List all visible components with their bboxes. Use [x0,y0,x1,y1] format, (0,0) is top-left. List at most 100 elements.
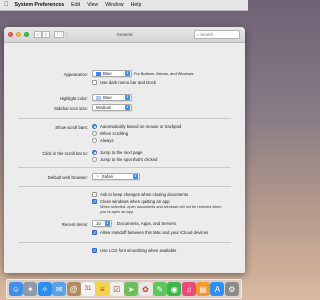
books-icon[interactable]: ▤ [196,282,211,296]
chevron-updown-icon: ⇕ [133,173,138,180]
sidebar-size-value: Medium [96,105,112,110]
jump-page-radio[interactable] [92,150,97,155]
menu-edit[interactable]: Edit [71,2,80,8]
divider [18,186,231,187]
appearance-popup-value-wrap: Blue [96,71,112,76]
highlight-popup[interactable]: Blue ⇕ [92,94,132,101]
close-windows-checkbox[interactable]: ✓ [92,199,97,204]
scroll-when-radio[interactable] [92,131,97,136]
highlight-label: Highlight color: [59,96,88,101]
messages-icon[interactable]: ✎ [152,282,167,296]
contacts-icon[interactable]: @ [66,282,81,296]
jump-page-row[interactable]: Jump to the next page [92,150,143,155]
reminders-icon[interactable]: ☑ [109,282,124,296]
jump-spot-label: Jump to the spot that's clicked [100,157,158,162]
scroll-bars-label: Show scroll bars: [55,125,88,130]
menu-bar:  System Preferences Edit View Window He… [0,0,248,11]
divider [18,167,231,168]
dark-menu-checkbox[interactable] [92,80,97,85]
preferences-content: Appearance: Blue ⇕ For Buttons, Menus, a… [4,43,245,273]
browser-popup-value-wrap: ✧ Safari [96,174,113,180]
photos-icon[interactable]: ✿ [138,282,153,296]
lcd-row[interactable]: ✓ Use LCD font smoothing when available [92,248,176,253]
jump-spot-row[interactable]: Jump to the spot that's clicked [92,157,157,162]
recent-items-label: Recent items: [61,222,88,227]
scroll-auto-label: Automatically based on mouse or trackpad [100,124,182,129]
general-preferences-window: ‹ › ⋮⋮⋮ General ⌕ Appearance: Blue ⇕ For… [4,27,245,273]
chevron-updown-icon: ⇕ [105,220,110,227]
sidebar-size-label: Sidebar icon size: [54,106,88,111]
music-icon[interactable]: ♫ [181,282,196,296]
highlight-row: Blue ⇕ [92,94,132,101]
calendar-icon[interactable]: 31 [80,282,95,296]
facetime-icon[interactable]: ◉ [167,282,182,296]
menu-view[interactable]: View [87,2,98,8]
safari-compass-icon: ✧ [96,173,100,179]
chevron-updown-icon: ⇕ [125,94,130,101]
recent-items-row: 10 ⇕ Documents, Apps, and Servers [92,220,176,227]
divider [18,242,231,243]
appearance-note: For Buttons, Menus, and Windows [134,71,194,76]
system-preferences-icon[interactable]: ⚙ [224,282,239,296]
finder-icon[interactable]: ☺ [9,282,23,296]
sidebar-size-row: Medium ⇕ [92,104,132,111]
blue-swatch-icon [96,71,101,76]
appearance-value: Blue [103,71,112,76]
maps-icon[interactable]: ➤ [124,282,139,296]
highlight-value: Blue [103,95,112,100]
ask-keep-row[interactable]: Ask to keep changes when closing documen… [92,192,188,197]
chevron-updown-icon: ⇕ [125,70,130,77]
ask-keep-label: Ask to keep changes when closing documen… [100,192,189,197]
scroll-always-label: Always [100,138,114,143]
highlight-popup-value-wrap: Blue [96,95,112,100]
scroll-auto-radio[interactable] [92,124,97,129]
ask-keep-checkbox[interactable] [92,192,97,197]
dock: ☺ ✦ ✧ ✉ @31 ≡ ☑ ➤ ✿ ✎ ◉ ♫ ▤ A ⚙ [6,279,242,299]
close-windows-row[interactable]: ✓ Close windows when quitting an app [92,199,170,204]
scroll-always-row[interactable]: Always [92,138,114,143]
apple-icon[interactable]:  [4,2,9,8]
sidebar-size-popup[interactable]: Medium ⇕ [92,104,132,111]
scroll-always-radio[interactable] [92,138,97,143]
appearance-popup[interactable]: Blue ⇕ [92,70,132,77]
scroll-when-row[interactable]: When scrolling [92,131,128,136]
search-field[interactable]: ⌕ [194,30,240,39]
scroll-auto-row[interactable]: Automatically based on mouse or trackpad [92,124,181,129]
recent-items-value: 10 [96,221,101,226]
search-icon: ⌕ [197,31,200,37]
mail-icon[interactable]: ✉ [52,282,67,296]
menu-app-name[interactable]: System Preferences [15,2,65,8]
recent-items-popup[interactable]: 10 ⇕ [92,220,112,227]
light-blue-swatch-icon [96,95,101,100]
click-scroll-label: Click in the scroll bar to: [42,151,88,156]
close-windows-label: Close windows when quitting an app [100,199,170,204]
lcd-label: Use LCD font smoothing when available [100,248,177,253]
safari-icon[interactable]: ✧ [37,282,52,296]
chevron-updown-icon: ⇕ [125,104,130,111]
launchpad-icon[interactable]: ✦ [23,282,38,296]
scroll-when-label: When scrolling [100,131,129,136]
default-browser-label: Default web browser: [47,175,88,180]
search-input[interactable] [200,32,239,37]
recent-items-suffix: Documents, Apps, and Servers [117,221,177,226]
default-browser-value: Safari [101,174,114,179]
lcd-checkbox[interactable]: ✓ [92,248,97,253]
dark-menu-row[interactable]: Use dark menu bar and Dock [92,80,156,85]
notes-icon[interactable]: ≡ [95,282,110,296]
handoff-label: Allow Handoff between this Mac and your … [100,230,209,235]
appstore-icon[interactable]: A [210,282,225,296]
menu-help[interactable]: Help [131,2,142,8]
title-bar[interactable]: ‹ › ⋮⋮⋮ General ⌕ [4,27,245,43]
jump-page-label: Jump to the next page [100,150,143,155]
default-browser-row: ✧ Safari ⇕ [92,173,140,180]
appearance-row: Blue ⇕ For Buttons, Menus, and Windows [92,70,193,77]
handoff-row[interactable]: ✓ Allow Handoff between this Mac and you… [92,230,208,235]
divider [18,118,231,119]
appearance-label: Appearance: [63,72,88,77]
handoff-checkbox[interactable]: ✓ [92,230,97,235]
dark-menu-label: Use dark menu bar and Dock [100,80,156,85]
default-browser-popup[interactable]: ✧ Safari ⇕ [92,173,140,180]
close-windows-note: When selected, open documents and window… [100,205,222,214]
jump-spot-radio[interactable] [92,157,97,162]
menu-window[interactable]: Window [105,2,123,8]
